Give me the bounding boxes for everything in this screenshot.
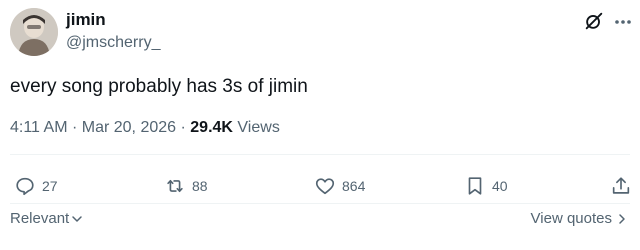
reply-button[interactable]: 27	[14, 174, 58, 198]
view-quotes-link[interactable]: View quotes	[531, 210, 628, 227]
bookmark-count: 40	[492, 178, 508, 194]
author-handle[interactable]: @jmscherry_	[66, 34, 160, 52]
repost-button[interactable]: 88	[164, 174, 208, 198]
meta-separator: ·	[180, 119, 186, 136]
tweet-text: every song probably has 3s of jimin	[10, 76, 308, 97]
reply-count: 27	[42, 178, 58, 194]
chevron-down-icon	[72, 215, 82, 222]
sort-replies-dropdown[interactable]: Relevant	[10, 210, 83, 227]
like-button[interactable]: 864	[314, 174, 365, 198]
heart-icon	[315, 178, 335, 195]
bookmark-button[interactable]: 40	[464, 174, 508, 198]
views-label: Views	[237, 119, 280, 136]
avatar[interactable]	[10, 8, 58, 56]
more-options-icon[interactable]	[612, 12, 634, 32]
tweet-meta: 4:11 AM · Mar 20, 2026 · 29.4K Views	[10, 119, 280, 137]
grok-icon[interactable]	[583, 10, 605, 32]
bookmark-icon	[468, 177, 482, 195]
views-count: 29.4K	[190, 119, 233, 136]
divider	[10, 154, 630, 155]
author-display-name[interactable]: jimin	[66, 10, 106, 30]
sort-label: Relevant	[10, 210, 70, 227]
profile-photo-icon	[10, 8, 58, 56]
meta-separator: ·	[71, 119, 78, 136]
divider	[10, 203, 630, 204]
repost-icon	[167, 179, 183, 193]
tweet-date[interactable]: Mar 20, 2026	[82, 119, 176, 136]
chevron-right-icon	[619, 213, 625, 224]
repost-count: 88	[192, 178, 208, 194]
share-icon	[612, 177, 630, 194]
share-button[interactable]	[610, 174, 638, 198]
like-count: 864	[342, 178, 366, 194]
tweet-time[interactable]: 4:11 AM	[10, 119, 68, 136]
reply-icon	[16, 177, 34, 196]
view-quotes-label: View quotes	[530, 210, 612, 227]
